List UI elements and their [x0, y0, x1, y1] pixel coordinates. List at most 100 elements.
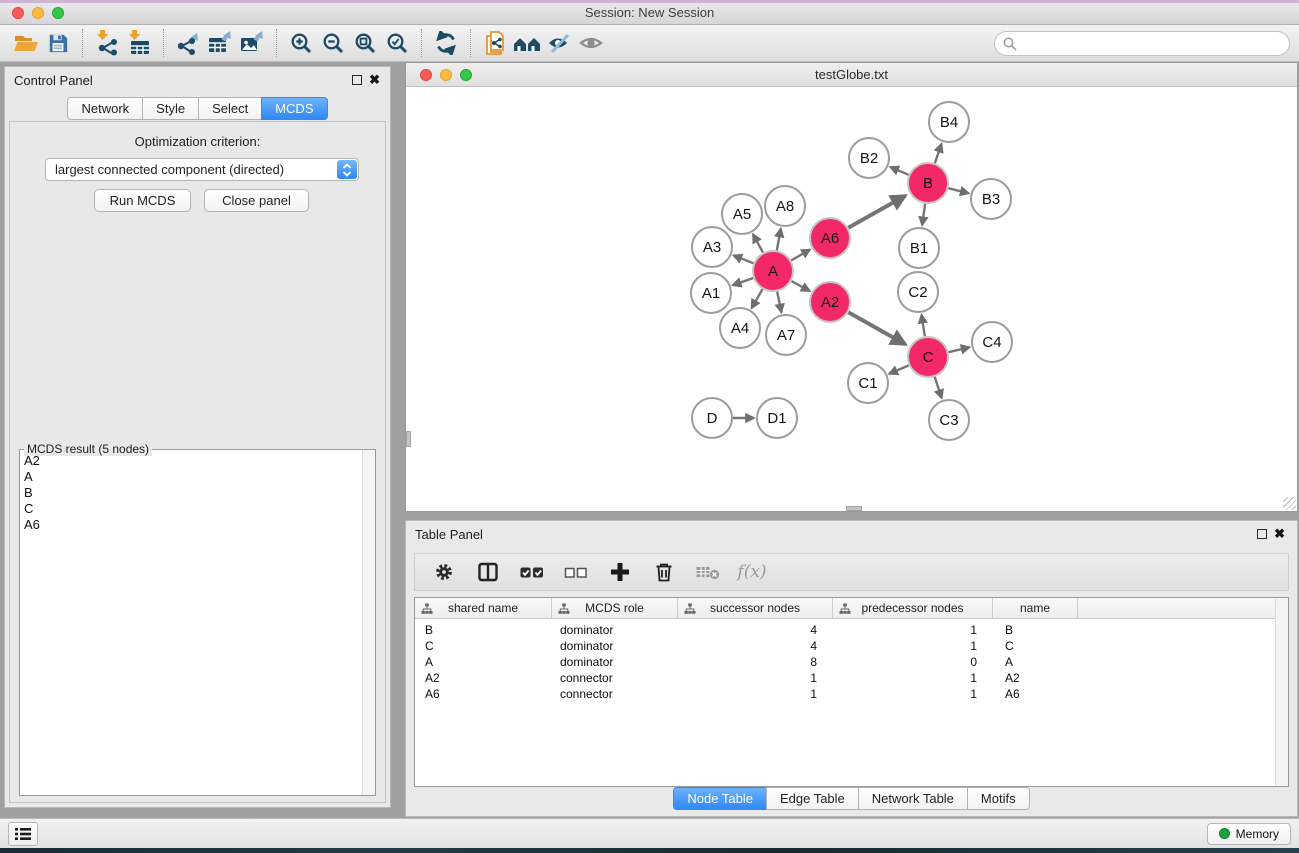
node-B2[interactable]: B2 — [849, 138, 889, 178]
column-header-shared-name[interactable]: shared name — [415, 598, 552, 618]
node-A8[interactable]: A8 — [765, 186, 805, 226]
resize-grip[interactable] — [1283, 497, 1296, 510]
clone-network-icon[interactable] — [479, 28, 511, 58]
edge-A6-B[interactable] — [848, 196, 905, 228]
edge-B-B4[interactable] — [935, 144, 942, 163]
edge-C-C1[interactable] — [889, 365, 909, 374]
column-header-predecessor-nodes[interactable]: predecessor nodes — [833, 598, 993, 618]
split-view-icon[interactable] — [473, 557, 503, 587]
edge-A-A6[interactable] — [791, 250, 810, 261]
edge-A-A5[interactable] — [753, 234, 763, 252]
node-D[interactable]: D — [692, 398, 732, 438]
edge-C-C3[interactable] — [935, 377, 942, 398]
tab-node-table[interactable]: Node Table — [673, 787, 767, 810]
column-header-successor-nodes[interactable]: successor nodes — [678, 598, 833, 618]
edge-B-B2[interactable] — [890, 167, 908, 175]
result-scrollbar[interactable] — [362, 450, 375, 795]
network-canvas[interactable]: AA1A3A4A5A7A8A6A2BB1B2B3B4CC1C2C3C4DD1 — [406, 87, 1297, 511]
tab-network[interactable]: Network — [67, 97, 143, 120]
node-C1[interactable]: C1 — [848, 363, 888, 403]
table-row[interactable]: Bdominator41B — [415, 622, 1288, 638]
show-graphics-details-icon[interactable] — [575, 28, 607, 58]
tab-edge-table[interactable]: Edge Table — [766, 787, 859, 810]
import-table-icon[interactable] — [123, 28, 155, 58]
delete-columns-icon[interactable] — [649, 557, 679, 587]
edge-C-C2[interactable] — [921, 315, 924, 337]
search-input[interactable] — [994, 31, 1290, 56]
node-B1[interactable]: B1 — [899, 228, 939, 268]
run-mcds-button[interactable]: Run MCDS — [94, 189, 191, 212]
tab-style[interactable]: Style — [142, 97, 199, 120]
table-row[interactable]: A2connector11A2 — [415, 670, 1288, 686]
column-header-name[interactable]: name — [993, 598, 1078, 618]
result-item[interactable]: A6 — [24, 517, 375, 533]
node-C4[interactable]: C4 — [972, 322, 1012, 362]
edge-A-A8[interactable] — [777, 229, 781, 251]
node-A2[interactable]: A2 — [810, 282, 850, 322]
memory-button[interactable]: Memory — [1207, 823, 1291, 845]
node-B[interactable]: B — [908, 163, 948, 203]
result-item[interactable]: C — [24, 501, 375, 517]
tab-mcds[interactable]: MCDS — [261, 97, 327, 120]
table-row[interactable]: A6connector11A6 — [415, 686, 1288, 702]
hide-graphics-details-icon[interactable] — [543, 28, 575, 58]
open-session-icon[interactable] — [10, 28, 42, 58]
node-B4[interactable]: B4 — [929, 102, 969, 142]
float-table-panel-icon[interactable] — [1257, 529, 1267, 539]
close-table-panel-icon[interactable]: ✖ — [1274, 526, 1285, 542]
show-panels-list-icon[interactable] — [8, 822, 38, 846]
tab-motifs[interactable]: Motifs — [967, 787, 1030, 810]
edge-B-B1[interactable] — [922, 204, 925, 225]
edge-C-C4[interactable] — [948, 347, 969, 352]
tab-network-table[interactable]: Network Table — [858, 787, 968, 810]
node-A4[interactable]: A4 — [720, 308, 760, 348]
import-network-icon[interactable] — [91, 28, 123, 58]
table-row[interactable]: Adominator80A — [415, 654, 1288, 670]
edge-A-A2[interactable] — [791, 281, 809, 291]
node-C2[interactable]: C2 — [898, 272, 938, 312]
tab-select[interactable]: Select — [198, 97, 262, 120]
optimization-criterion-select[interactable]: largest connected component (directed) — [45, 158, 359, 181]
horizontal-scroll-mark[interactable] — [846, 506, 862, 511]
node-B3[interactable]: B3 — [971, 179, 1011, 219]
zoom-in-icon[interactable] — [285, 28, 317, 58]
close-panel-icon[interactable]: ✖ — [369, 72, 380, 88]
export-image-icon[interactable] — [236, 28, 268, 58]
zoom-selected-icon[interactable] — [381, 28, 413, 58]
column-header-MCDS-role[interactable]: MCDS role — [552, 598, 678, 618]
edge-A2-C[interactable] — [848, 312, 905, 344]
unselect-all-columns-icon[interactable] — [561, 557, 591, 587]
apply-layout-icon[interactable] — [511, 28, 543, 58]
table-scrollbar[interactable] — [1275, 598, 1288, 786]
edge-A-A3[interactable] — [733, 255, 753, 263]
table-settings-gear-icon[interactable] — [429, 557, 459, 587]
close-panel-button[interactable]: Close panel — [204, 189, 309, 212]
node-A6[interactable]: A6 — [810, 218, 850, 258]
function-builder-icon[interactable]: f(x) — [737, 557, 767, 587]
export-table-icon[interactable] — [204, 28, 236, 58]
select-all-columns-icon[interactable] — [517, 557, 547, 587]
add-column-icon[interactable] — [605, 557, 635, 587]
node-D1[interactable]: D1 — [757, 398, 797, 438]
edge-A-A4[interactable] — [752, 289, 763, 308]
result-item[interactable]: B — [24, 485, 375, 501]
node-C[interactable]: C — [908, 337, 948, 377]
edge-A-A7[interactable] — [777, 292, 781, 313]
edge-A-A1[interactable] — [733, 278, 754, 285]
vertical-scroll-mark[interactable] — [406, 431, 411, 447]
node-A3[interactable]: A3 — [692, 227, 732, 267]
refresh-icon[interactable] — [430, 28, 462, 58]
node-A[interactable]: A — [753, 251, 793, 291]
delete-table-icon[interactable] — [693, 557, 723, 587]
zoom-out-icon[interactable] — [317, 28, 349, 58]
edge-B-B3[interactable] — [948, 188, 968, 193]
save-session-icon[interactable] — [42, 28, 74, 58]
zoom-fit-icon[interactable] — [349, 28, 381, 58]
export-network-icon[interactable] — [172, 28, 204, 58]
node-C3[interactable]: C3 — [929, 400, 969, 440]
node-A5[interactable]: A5 — [722, 194, 762, 234]
result-item[interactable]: A — [24, 469, 375, 485]
float-panel-icon[interactable] — [352, 75, 362, 85]
node-A7[interactable]: A7 — [766, 315, 806, 355]
table-row[interactable]: Cdominator41C — [415, 638, 1288, 654]
